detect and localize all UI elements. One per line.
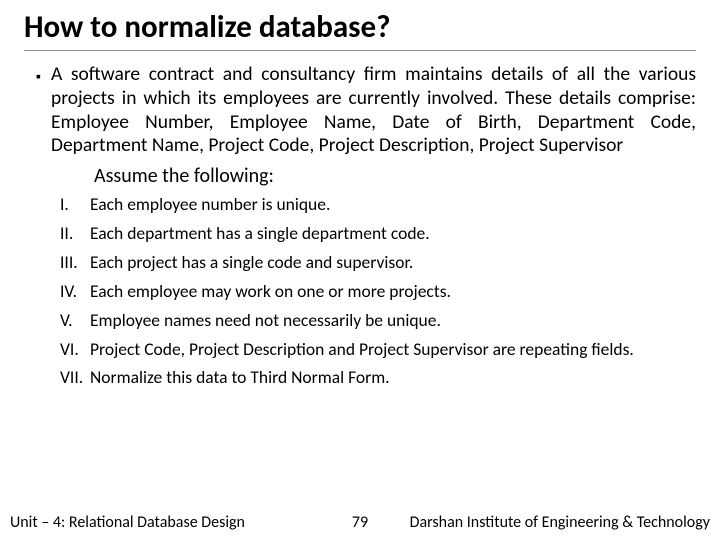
bullet-icon: ▪ (36, 68, 41, 85)
list-item: II. Each department has a single departm… (60, 223, 690, 245)
footer: Unit – 4: Relational Database Design 79 … (0, 513, 720, 532)
roman-numeral: III. (60, 252, 90, 274)
roman-numeral: II. (60, 223, 90, 245)
list-item-text: Normalize this data to Third Normal Form… (90, 367, 690, 389)
footer-right: Darshan Institute of Engineering & Techn… (410, 513, 710, 532)
list-item-text: Each project has a single code and super… (90, 252, 690, 274)
list-item-text: Employee names need not necessarily be u… (90, 310, 690, 332)
footer-left: Unit – 4: Relational Database Design (10, 513, 245, 532)
main-bullet: ▪ A software contract and consultancy fi… (24, 63, 696, 158)
list-item: V. Employee names need not necessarily b… (60, 310, 690, 332)
roman-numeral: VII. (60, 367, 90, 389)
roman-numeral: V. (60, 310, 90, 332)
roman-list: I. Each employee number is unique. II. E… (24, 194, 696, 389)
roman-numeral: VI. (60, 339, 90, 361)
list-item-text: Each employee number is unique. (90, 194, 690, 216)
list-item: III. Each project has a single code and … (60, 252, 690, 274)
slide-title: How to normalize database? (24, 8, 696, 51)
list-item: VI. Project Code, Project Description an… (60, 339, 690, 361)
page-number: 79 (352, 513, 368, 532)
list-item-text: Each department has a single department … (90, 223, 690, 245)
roman-numeral: I. (60, 194, 90, 216)
list-item-text: Each employee may work on one or more pr… (90, 281, 690, 303)
list-item: IV. Each employee may work on one or mor… (60, 281, 690, 303)
assume-line: Assume the following: (24, 164, 696, 188)
main-bullet-text: A software contract and consultancy firm… (51, 63, 696, 158)
roman-numeral: IV. (60, 281, 90, 303)
list-item: I. Each employee number is unique. (60, 194, 690, 216)
list-item-text: Project Code, Project Description and Pr… (90, 339, 690, 361)
list-item: VII. Normalize this data to Third Normal… (60, 367, 690, 389)
